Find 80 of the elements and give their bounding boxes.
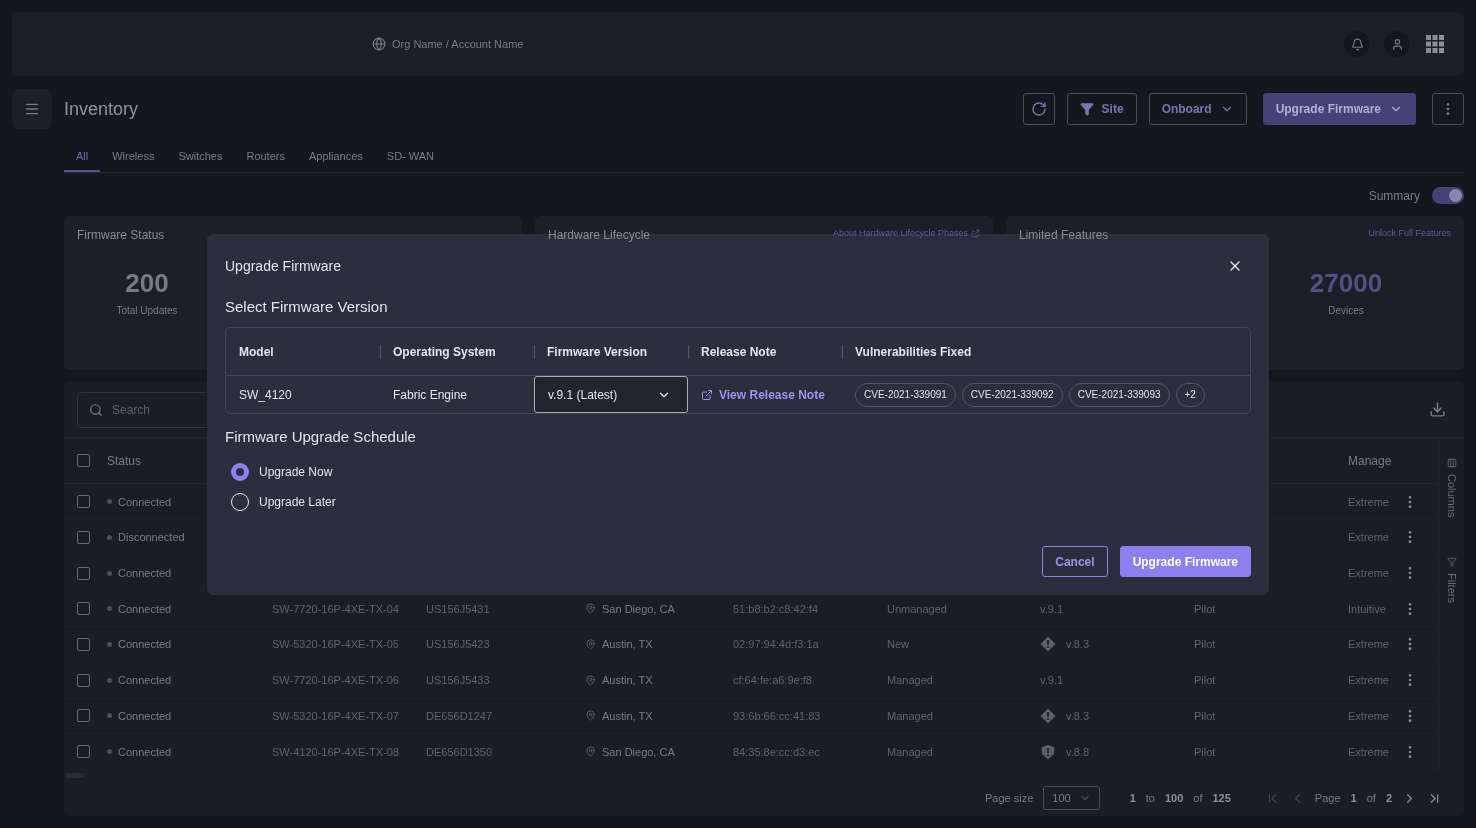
table-cell: Extreme <box>1348 745 1389 758</box>
page-text: of <box>1366 792 1376 804</box>
range-text: 1 <box>1129 792 1136 804</box>
table-cell: Connected <box>118 674 172 687</box>
table-cell: Pilot <box>1194 602 1216 615</box>
table-cell: Austin, TX <box>602 638 653 651</box>
table-cell: 93:6b:66:cc:41:83 <box>733 709 821 722</box>
table-cell: Unmanaged <box>887 602 947 615</box>
page-text: 2 <box>1385 792 1392 804</box>
table-cell: Pilot <box>1194 638 1216 651</box>
table-cell: Pilot <box>1194 674 1216 687</box>
table-cell: US156J5431 <box>426 602 490 615</box>
table-cell: San Diego, CA <box>602 602 675 615</box>
range-text: 125 <box>1212 792 1231 804</box>
table-cell: DE656D1350 <box>426 745 493 758</box>
table-cell-text: Fabric Engine <box>392 387 469 402</box>
table-cell: SW-7720-16P-4XE-TX-04 <box>272 602 399 615</box>
card-title: Hardware Lifecycle <box>548 228 651 242</box>
section-title: Select Firmware Version <box>225 298 389 315</box>
table-cell: New <box>887 638 909 651</box>
table-cell: cf:64:fe:a6:9e:f8 <box>733 674 812 687</box>
table-cell: Connected <box>118 709 172 722</box>
column-header: Vulnerabilities Fixed <box>855 344 972 359</box>
range-text: 100 <box>1164 792 1184 804</box>
table-cell: SW-4120-16P-4XE-TX-08 <box>272 745 399 758</box>
table-cell: v.9.1 <box>1040 602 1064 615</box>
table-cell: Connected <box>118 602 172 615</box>
column-header: Release Note <box>701 344 777 359</box>
table-cell: Connected <box>118 745 172 758</box>
table-cell: US156J5433 <box>426 674 490 687</box>
card-title: Firmware Status <box>77 228 165 242</box>
table-cell: SW-5320-16P-4XE-TX-05 <box>272 638 399 651</box>
table-cell: Extreme <box>1348 567 1389 580</box>
section-title: Firmware Upgrade Schedule <box>225 428 417 445</box>
stat-value: 27000 <box>1309 268 1383 299</box>
table-cell: Pilot <box>1194 709 1216 722</box>
stat-label: Total Updates <box>116 305 178 316</box>
table-cell: Connected <box>118 567 172 580</box>
table-cell: Managed <box>887 745 933 758</box>
page-text: 1 <box>1350 792 1357 804</box>
table-cell: 84:35:8e:cc:d3:ec <box>733 745 820 758</box>
column-header: Firmware Version <box>547 344 648 359</box>
page-title: Inventory <box>64 98 140 120</box>
table-cell: v.8.3 <box>1066 709 1090 722</box>
table-cell: Extreme <box>1348 531 1389 544</box>
card-title: Limited Features <box>1019 228 1109 242</box>
table-cell: Managed <box>887 709 933 722</box>
table-cell: 02:97:94:4d:f3:1a <box>733 638 819 651</box>
table-cell: SW-7720-16P-4XE-TX-06 <box>272 674 399 687</box>
page-text: Page <box>1314 792 1341 804</box>
table-cell: DE656D1247 <box>426 709 493 722</box>
table-cell: v.9.1 <box>1040 674 1064 687</box>
stat-label: Devices <box>1328 305 1364 316</box>
table-cell: Extreme <box>1348 638 1389 651</box>
dialog-title: Upgrade Firmware <box>225 258 341 274</box>
table-cell: v.8.8 <box>1066 745 1090 758</box>
table-cell: US156J5423 <box>426 638 490 651</box>
table-cell: Managed <box>887 674 933 687</box>
table-cell: Connected <box>118 495 172 508</box>
table-cell: Extreme <box>1348 674 1389 687</box>
table-cell: Disconnected <box>118 531 185 544</box>
page-size-label: Page size <box>984 792 1034 804</box>
table-cell: v.8.3 <box>1066 638 1090 651</box>
column-header: Operating System <box>393 344 496 359</box>
range-text: to <box>1145 792 1155 804</box>
table-cell: Pilot <box>1194 745 1216 758</box>
summary-label: Summary <box>1368 188 1420 203</box>
table-cell: Extreme <box>1348 495 1389 508</box>
table-cell: Connected <box>118 638 172 651</box>
table-cell: Extreme <box>1348 709 1389 722</box>
table-cell: Austin, TX <box>602 709 653 722</box>
table-cell: Intuitive <box>1348 602 1386 615</box>
table-cell: San Diego, CA <box>602 745 675 758</box>
table-cell-text: SW_4120 <box>238 387 293 402</box>
table-cell: SW-5320-16P-4XE-TX-07 <box>272 709 399 722</box>
table-cell: 51:b8:b2:c8:42:f4 <box>733 602 818 615</box>
table-cell: Austin, TX <box>602 674 653 687</box>
range-text: of <box>1193 792 1203 804</box>
column-header: Model <box>239 344 274 359</box>
stat-value: 200 <box>125 268 169 299</box>
